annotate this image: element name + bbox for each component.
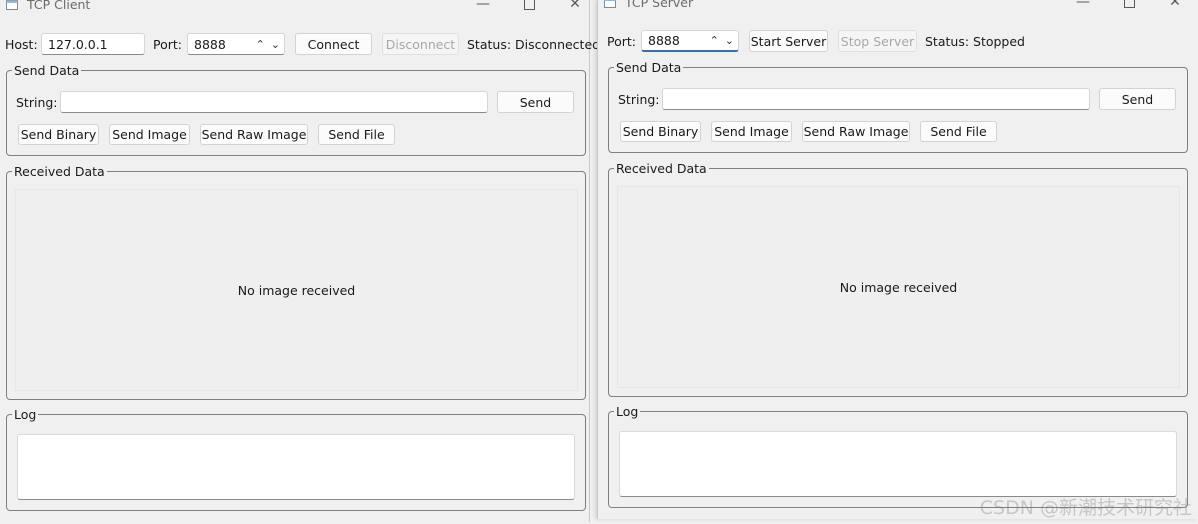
port-value: 8888 (194, 36, 226, 52)
window-title: TCP Client (27, 0, 91, 12)
stop-server-button[interactable]: Stop Server (838, 30, 917, 52)
chevron-down-icon[interactable]: ⌄ (725, 34, 734, 47)
send-image-button[interactable]: Send Image (711, 121, 792, 142)
string-input[interactable] (662, 88, 1090, 110)
port-value: 8888 (648, 33, 680, 48)
port-spinbox[interactable]: 8888 ⌃ ⌄ (641, 30, 739, 52)
host-label: Host: (5, 37, 38, 52)
tcp-client-window: TCP Client — ✕ Host: Port: 8888 ⌃ ⌄ Conn… (0, 0, 600, 522)
close-icon[interactable]: ✕ (1152, 0, 1198, 11)
send-raw-image-button[interactable]: Send Raw Image (200, 124, 308, 145)
chevron-down-icon[interactable]: ⌄ (271, 38, 280, 51)
image-display-area: No image received (15, 189, 578, 391)
send-image-button[interactable]: Send Image (109, 124, 190, 145)
maximize-icon[interactable] (1106, 0, 1152, 11)
send-button[interactable]: Send (497, 91, 574, 113)
client-titlebar[interactable]: TCP Client — ✕ (0, 0, 589, 13)
connect-button[interactable]: Connect (295, 33, 372, 55)
send-button[interactable]: Send (1099, 88, 1176, 110)
host-input[interactable] (41, 33, 145, 55)
no-image-text: No image received (237, 282, 356, 298)
string-label: String: (16, 95, 58, 110)
no-image-text: No image received (839, 279, 958, 295)
log-title: Log (14, 407, 37, 422)
chevron-up-icon[interactable]: ⌃ (256, 38, 265, 51)
string-input[interactable] (60, 91, 488, 113)
watermark: CSDN @新潮技术研究社 (979, 497, 1192, 519)
app-window-icon (604, 0, 616, 8)
port-spinbox[interactable]: 8888 ⌃ ⌄ (187, 33, 285, 55)
received-data-title: Received Data (14, 164, 105, 179)
chevron-up-icon[interactable]: ⌃ (710, 34, 719, 47)
log-output[interactable] (619, 431, 1177, 497)
log-output[interactable] (17, 434, 575, 500)
port-label: Port: (607, 34, 636, 49)
send-data-title: Send Data (14, 63, 80, 78)
log-title: Log (616, 404, 639, 419)
tcp-server-window: TCP Server — ✕ Port: 8888 ⌃ ⌄ Start Serv… (597, 0, 1198, 519)
disconnect-button[interactable]: Disconnect (382, 33, 459, 55)
send-data-title: Send Data (616, 60, 682, 75)
send-binary-button[interactable]: Send Binary (620, 121, 701, 142)
connection-status: Status: Disconnected (467, 37, 601, 52)
minimize-icon[interactable]: — (460, 0, 506, 13)
send-binary-button[interactable]: Send Binary (18, 124, 99, 145)
minimize-icon[interactable]: — (1060, 0, 1106, 11)
received-data-title: Received Data (616, 161, 707, 176)
server-status: Status: Stopped (925, 34, 1025, 49)
app-window-icon (6, 0, 18, 10)
start-server-button[interactable]: Start Server (749, 30, 828, 52)
window-title: TCP Server (625, 0, 694, 10)
send-file-button[interactable]: Send File (920, 121, 997, 142)
image-display-area: No image received (617, 186, 1180, 388)
send-raw-image-button[interactable]: Send Raw Image (802, 121, 910, 142)
send-file-button[interactable]: Send File (318, 124, 395, 145)
close-icon[interactable]: ✕ (552, 0, 598, 13)
server-titlebar[interactable]: TCP Server — ✕ (598, 0, 1198, 11)
string-label: String: (618, 92, 660, 107)
port-label: Port: (153, 37, 182, 52)
maximize-icon[interactable] (506, 0, 552, 13)
